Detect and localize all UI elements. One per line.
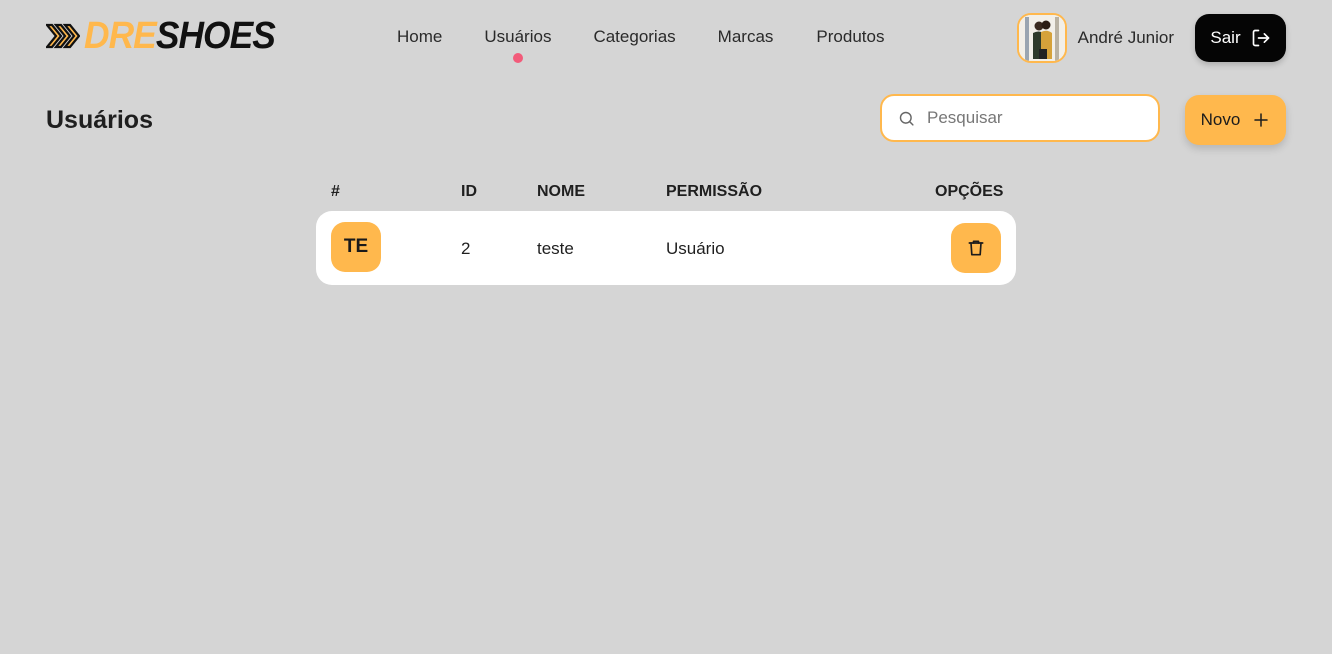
avatar[interactable] (1016, 13, 1067, 63)
user-photo-icon (1018, 15, 1065, 61)
column-header-name: NOME (537, 183, 585, 200)
brand-accent-text: DRE (84, 15, 157, 57)
table-header: # ID NOME PERMISSÃO OPÇÕES (316, 178, 1016, 204)
row-id: 2 (461, 239, 471, 258)
brand-main-text: SHOES (155, 15, 276, 57)
chevrons-logo-icon (46, 23, 80, 49)
nav-item-usuarios[interactable]: Usuários (484, 26, 551, 63)
table-row: TE 2 teste Usuário (316, 211, 1016, 285)
search-icon (899, 111, 914, 126)
user-initials-badge: TE (331, 222, 381, 272)
brand-logo[interactable]: DRESHOES (46, 14, 289, 58)
search-input[interactable] (925, 107, 1149, 129)
plus-icon (1254, 113, 1269, 127)
logout-label: Sair (1210, 28, 1241, 47)
column-header-hash: # (331, 183, 340, 200)
top-header: DRESHOES Home Usuários Categorias Marcas… (0, 0, 1332, 74)
delete-user-button[interactable] (951, 223, 1001, 273)
user-name: André Junior (1077, 28, 1174, 47)
search-box[interactable] (880, 94, 1160, 142)
new-button-label: Novo (1200, 110, 1241, 129)
new-user-button[interactable]: Novo (1185, 95, 1286, 145)
column-header-permission: PERMISSÃO (666, 183, 763, 200)
row-name: teste (537, 239, 574, 258)
nav-item-produtos[interactable]: Produtos (816, 26, 884, 48)
nav-item-categorias[interactable]: Categorias (593, 26, 675, 48)
logout-icon (1252, 29, 1269, 47)
user-area: André Junior Sair (1016, 13, 1286, 63)
main-nav: Home Usuários Categorias Marcas Produtos (397, 26, 884, 63)
column-header-id: ID (461, 183, 477, 200)
page-title: Usuários (46, 106, 153, 134)
column-header-options: OPÇÕES (935, 183, 1004, 200)
nav-item-home[interactable]: Home (397, 26, 442, 48)
trash-icon (968, 240, 984, 256)
row-permission: Usuário (666, 239, 725, 258)
brand-wordmark: DRESHOES (84, 14, 276, 58)
logout-button[interactable]: Sair (1195, 14, 1286, 62)
users-table: # ID NOME PERMISSÃO OPÇÕES TE 2 teste Us… (316, 178, 1016, 285)
nav-item-marcas[interactable]: Marcas (718, 26, 774, 48)
